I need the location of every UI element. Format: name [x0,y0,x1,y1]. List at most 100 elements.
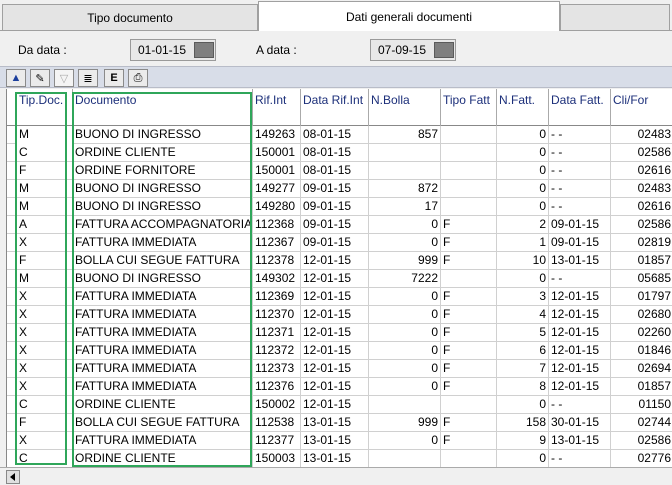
cell-clifor[interactable]: 01846 [611,342,672,360]
cell-clifor[interactable]: 02680 [611,306,672,324]
list-icon[interactable]: ≣ [78,69,98,87]
cell-clifor[interactable]: 02483 [611,180,672,198]
table-row[interactable]: C ORDINE CLIENTE 150003 13-01-15 0- -02776 [7,450,672,468]
cell-nbolla[interactable]: 857 [369,126,441,144]
cell-data-fatt[interactable]: 12-01-15 [549,324,611,342]
cell-data-fatt[interactable]: 30-01-15 [549,414,611,432]
up-arrow-icon[interactable]: ▲ [6,69,26,87]
cell-nfatt[interactable]: 0 [497,180,549,198]
cell-documento[interactable]: BUONO DI INGRESSO [73,198,253,216]
cell-rifint[interactable]: 112370 [253,306,301,324]
cell-clifor[interactable]: 02260 [611,324,672,342]
cell-tipo-fatt[interactable] [441,144,497,162]
cell-tipo-fatt[interactable] [441,126,497,144]
table-row[interactable]: X FATTURA IMMEDIATA 112377 13-01-15 0 F 9 13-01… [7,432,672,450]
cell-rifint[interactable]: 112368 [253,216,301,234]
cell-data-rifint[interactable]: 09-01-15 [301,234,369,252]
cell-nfatt[interactable]: 0 [497,126,549,144]
cell-tipdoc[interactable]: C [17,450,73,468]
cell-nfatt[interactable]: 3 [497,288,549,306]
cell-data-fatt[interactable]: 12-01-15 [549,288,611,306]
cell-data-fatt[interactable]: 12-01-15 [549,342,611,360]
cell-nfatt[interactable]: 1 [497,234,549,252]
cell-nfatt[interactable]: 0 [497,144,549,162]
cell-tipo-fatt[interactable]: F [441,288,497,306]
cell-data-fatt[interactable]: 09-01-15 [549,216,611,234]
cell-nfatt[interactable]: 2 [497,216,549,234]
cell-data-fatt[interactable]: 12-01-15 [549,378,611,396]
cell-rifint[interactable]: 149263 [253,126,301,144]
cell-tipdoc[interactable]: C [17,396,73,414]
cell-data-fatt[interactable]: - - [549,270,611,288]
cell-tipo-fatt[interactable]: F [441,360,497,378]
cell-data-fatt[interactable]: 12-01-15 [549,360,611,378]
cell-data-fatt[interactable]: 13-01-15 [549,252,611,270]
cell-data-rifint[interactable]: 12-01-15 [301,324,369,342]
table-row[interactable]: A FATTURA ACCOMPAGNATORIA 112368 09-01-15 0 F… [7,216,672,234]
cell-tipo-fatt[interactable] [441,450,497,468]
cell-data-fatt[interactable]: - - [549,180,611,198]
cell-documento[interactable]: FATTURA IMMEDIATA [73,378,253,396]
cell-nfatt[interactable]: 10 [497,252,549,270]
cell-tipdoc[interactable]: X [17,324,73,342]
table-row[interactable]: X FATTURA IMMEDIATA 112370 12-01-15 0 F 4 12-01… [7,306,672,324]
cell-tipo-fatt[interactable]: F [441,216,497,234]
cell-data-rifint[interactable]: 12-01-15 [301,306,369,324]
cell-nbolla[interactable]: 0 [369,306,441,324]
cell-data-rifint[interactable]: 12-01-15 [301,342,369,360]
cell-tipdoc[interactable]: X [17,378,73,396]
cell-nfatt[interactable]: 4 [497,306,549,324]
filter-icon[interactable]: ▽ [54,69,74,87]
cell-data-fatt[interactable]: - - [549,126,611,144]
cell-data-rifint[interactable]: 13-01-15 [301,450,369,468]
cell-data-rifint[interactable]: 12-01-15 [301,360,369,378]
to-date-value[interactable]: 07-09-15 [371,43,433,57]
cell-documento[interactable]: ORDINE FORNITORE [73,162,253,180]
col-data-fatt[interactable]: Data Fatt. [549,89,611,126]
col-nfatt[interactable]: N.Fatt. [497,89,549,126]
tab-extra[interactable] [560,4,670,30]
cell-clifor[interactable]: 05685 [611,270,672,288]
cell-rifint[interactable]: 150002 [253,396,301,414]
cell-tipdoc[interactable]: F [17,162,73,180]
cell-rifint[interactable]: 112378 [253,252,301,270]
cell-nbolla[interactable]: 0 [369,234,441,252]
cell-tipo-fatt[interactable] [441,198,497,216]
cell-rifint[interactable]: 150003 [253,450,301,468]
table-row[interactable]: F BOLLA CUI SEGUE FATTURA 112378 12-01-15 99… [7,252,672,270]
cell-data-rifint[interactable]: 08-01-15 [301,162,369,180]
cell-rifint[interactable]: 112377 [253,432,301,450]
cell-documento[interactable]: BOLLA CUI SEGUE FATTURA [73,252,253,270]
cell-tipdoc[interactable]: X [17,306,73,324]
cell-rifint[interactable]: 112538 [253,414,301,432]
cell-tipdoc[interactable]: C [17,144,73,162]
cell-data-rifint[interactable]: 09-01-15 [301,180,369,198]
cell-data-rifint[interactable]: 13-01-15 [301,414,369,432]
cell-tipo-fatt[interactable] [441,180,497,198]
scroll-left-icon[interactable] [6,470,20,484]
col-data-rifint[interactable]: Data Rif.Int [301,89,369,126]
cell-data-fatt[interactable]: - - [549,396,611,414]
cell-tipdoc[interactable]: M [17,180,73,198]
cell-clifor[interactable]: 02616 [611,162,672,180]
cell-tipo-fatt[interactable] [441,162,497,180]
cell-documento[interactable]: ORDINE CLIENTE [73,396,253,414]
cell-nfatt[interactable]: 0 [497,450,549,468]
col-tipdoc[interactable]: Tip.Doc. [17,89,73,126]
cell-data-fatt[interactable]: - - [549,144,611,162]
cell-nbolla[interactable]: 17 [369,198,441,216]
cell-nbolla[interactable]: 0 [369,288,441,306]
cell-tipo-fatt[interactable]: F [441,378,497,396]
cell-nbolla[interactable]: 0 [369,378,441,396]
cell-clifor[interactable]: 02776 [611,450,672,468]
cell-nbolla[interactable]: 7222 [369,270,441,288]
cell-rifint[interactable]: 149280 [253,198,301,216]
cell-documento[interactable]: FATTURA IMMEDIATA [73,306,253,324]
cell-nbolla[interactable] [369,162,441,180]
cell-tipo-fatt[interactable]: F [441,234,497,252]
cell-rifint[interactable]: 150001 [253,162,301,180]
table-row[interactable]: X FATTURA IMMEDIATA 112369 12-01-15 0 F 3 12-01… [7,288,672,306]
cell-documento[interactable]: FATTURA IMMEDIATA [73,288,253,306]
cell-rifint[interactable]: 149302 [253,270,301,288]
col-documento[interactable]: Documento [73,89,253,126]
